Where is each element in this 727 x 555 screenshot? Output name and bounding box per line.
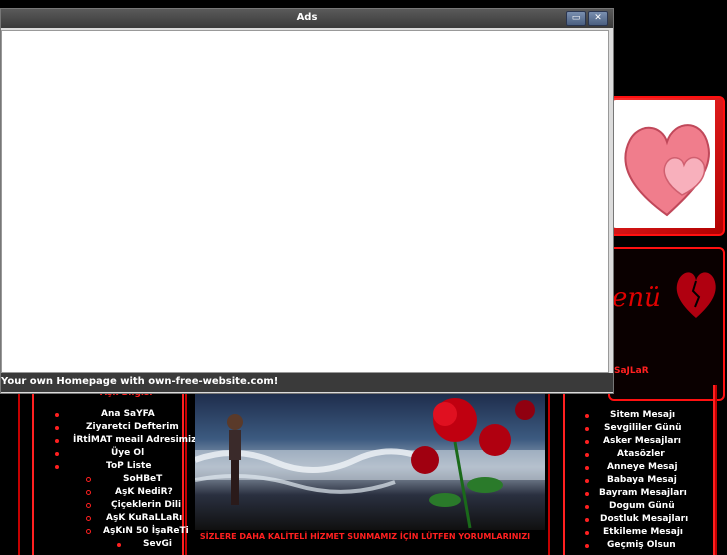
bullet-icon: [86, 516, 91, 521]
ads-footer-link[interactable]: Your own Homepage with own-free-website.…: [1, 376, 278, 387]
right-menu-item[interactable]: Atasözler: [567, 448, 717, 461]
left-menu-item[interactable]: Üye Ol: [0, 447, 183, 460]
right-menu-item[interactable]: Sevgililer Günü: [567, 422, 717, 435]
bullet-icon: [55, 426, 59, 430]
bullet-icon: [585, 466, 589, 470]
menu-title: enü: [612, 283, 661, 313]
bullet-icon: [585, 505, 589, 509]
heart-image: [612, 100, 715, 228]
center-banner-image: [195, 390, 545, 530]
ads-window: Ads ▭ ✕ Your own Homepage with own-free-…: [0, 8, 614, 394]
slogan-text: SİZLERE DAHA KALİTELİ HİZMET SUNMAMIZ İÇ…: [199, 532, 531, 541]
page: enü SaJLaR Aşk Bilgisi Ana SaYFA Ziyaret…: [0, 0, 727, 555]
right-panel-heading: SaJLaR: [614, 366, 649, 376]
left-menu-item[interactable]: AşK KuRaLLaRı: [0, 512, 183, 525]
bullet-icon: [86, 529, 91, 534]
close-button[interactable]: ✕: [588, 11, 608, 26]
ads-titlebar[interactable]: Ads ▭ ✕: [1, 9, 613, 28]
right-menu-item[interactable]: Babaya Mesaj: [567, 474, 717, 487]
left-menu-item[interactable]: ToP Liste: [0, 460, 183, 473]
bullet-icon: [585, 453, 589, 457]
bullet-icon: [585, 531, 589, 535]
menu-panel: [608, 247, 725, 401]
ads-footer: Your own Homepage with own-free-website.…: [1, 373, 613, 392]
right-menu-item[interactable]: Dostluk Mesajları: [567, 513, 717, 526]
bullet-icon: [585, 479, 589, 483]
right-menu-item[interactable]: Geçmiş Olsun: [567, 539, 717, 552]
bullet-icon: [117, 543, 121, 547]
left-menu: Ana SaYFA Ziyaretci Defterim İRtİMAT mea…: [0, 408, 196, 551]
right-menu-item[interactable]: Etkileme Mesajı: [567, 526, 717, 539]
right-menu-item[interactable]: Anneye Mesaj: [567, 461, 717, 474]
bullet-icon: [86, 503, 91, 508]
bullet-icon: [55, 413, 59, 417]
ads-content-area[interactable]: [1, 30, 609, 373]
right-menu-item[interactable]: Sitem Mesajı: [567, 409, 717, 422]
bullet-icon: [585, 440, 589, 444]
heart-icon: [624, 124, 710, 217]
bullet-icon: [585, 414, 589, 418]
bullet-icon: [585, 492, 589, 496]
left-menu-item[interactable]: Ziyaretci Defterim: [0, 421, 183, 434]
right-menu-item[interactable]: Bayram Mesajları: [567, 487, 717, 500]
left-menu-item[interactable]: Çiçeklerin Dili: [0, 499, 183, 512]
left-menu-item[interactable]: İRtİMAT meail Adresimiz: [0, 434, 196, 447]
right-menu: Sitem Mesajı Sevgililer Günü Asker Mesaj…: [567, 409, 717, 552]
bullet-icon: [55, 465, 59, 469]
bullet-icon: [55, 439, 59, 443]
ads-title: Ads: [296, 12, 318, 23]
bullet-icon: [86, 490, 91, 495]
bullet-icon: [55, 452, 59, 456]
bullet-icon: [86, 477, 91, 482]
left-menu-item[interactable]: AşKıN 50 İşaReTi: [0, 525, 189, 538]
right-menu-item[interactable]: Asker Mesajları: [567, 435, 717, 448]
broken-heart-icon: [676, 272, 716, 318]
right-menu-item[interactable]: Dogum Günü: [567, 500, 717, 513]
left-menu-item[interactable]: Ana SaYFA: [0, 408, 183, 421]
bullet-icon: [585, 427, 589, 431]
left-menu-item[interactable]: SoHBeT: [0, 473, 183, 486]
left-menu-item[interactable]: AşK NediR?: [0, 486, 183, 499]
minimize-button[interactable]: ▭: [566, 11, 586, 26]
sea-and-rose-illustration: [195, 398, 545, 529]
bullet-icon: [585, 518, 589, 522]
